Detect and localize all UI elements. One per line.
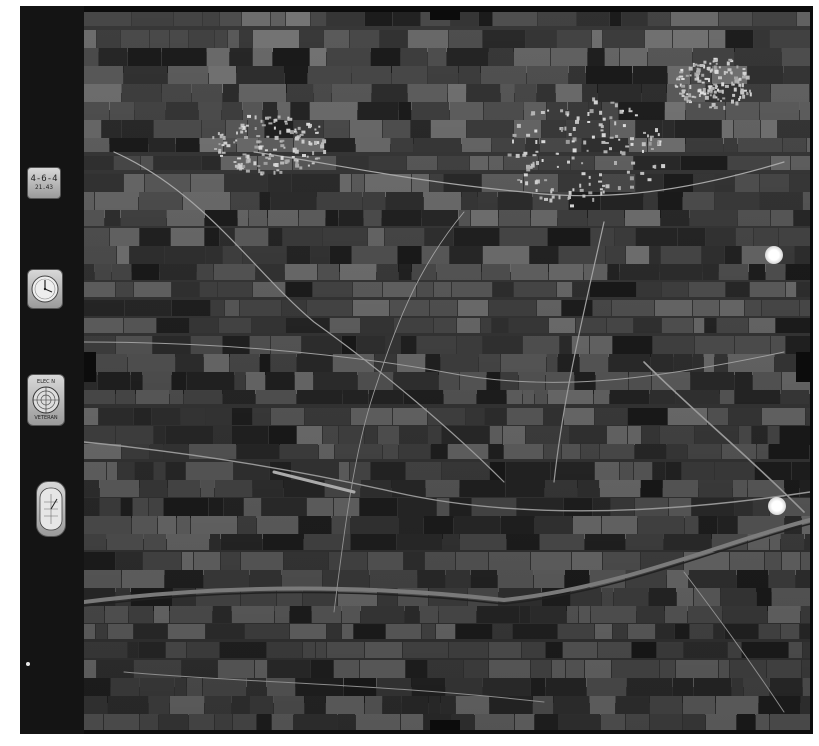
fiducial-mark xyxy=(765,246,783,264)
fiducial-notch xyxy=(430,720,460,732)
fiducial-notch xyxy=(84,352,96,382)
counter-subtext: 21.43 xyxy=(34,184,54,191)
level-bubble-icon: ELEC N VETERAN xyxy=(27,374,65,426)
counter-number: 4-6-4 xyxy=(30,174,58,184)
clock-icon xyxy=(27,269,63,309)
aerial-photograph xyxy=(84,12,810,730)
level-bottom-label: VETERAN xyxy=(34,415,58,421)
fiducial-notch xyxy=(430,8,460,20)
fiducial-notch xyxy=(796,352,812,382)
altimeter-icon xyxy=(36,481,66,537)
edge-mark xyxy=(26,662,30,666)
instrument-strip xyxy=(20,6,84,734)
frame-counter-instrument: 4-6-4 21.43 xyxy=(27,167,61,199)
fiducial-mark xyxy=(768,497,786,515)
